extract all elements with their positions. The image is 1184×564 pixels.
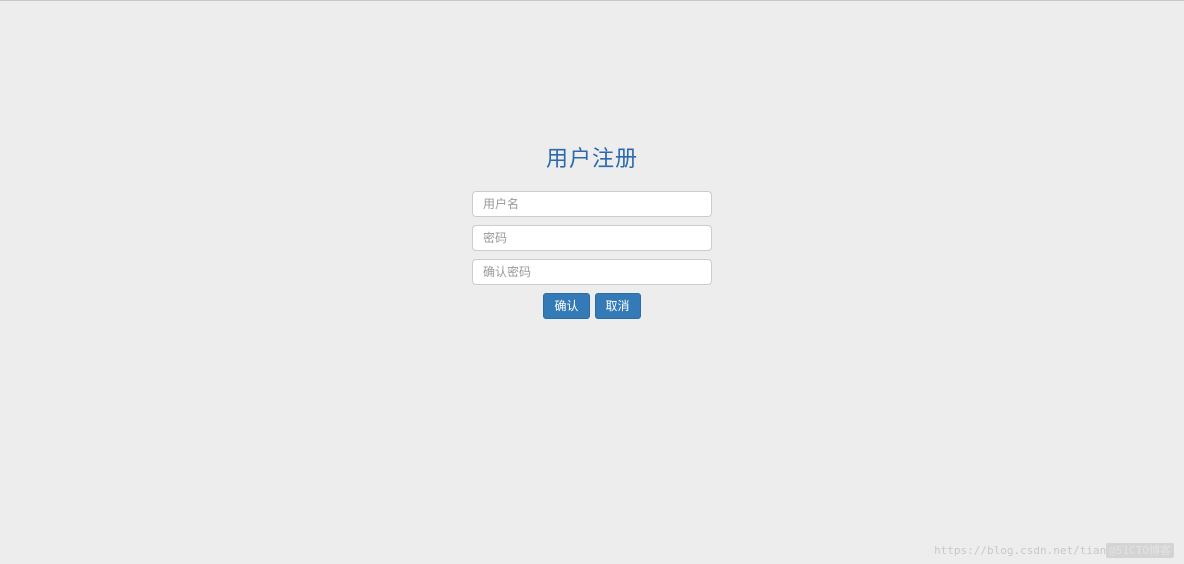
watermark: https://blog.csdn.net/tian@51CTO博客	[934, 542, 1174, 558]
watermark-url: https://blog.csdn.net/tian	[934, 544, 1106, 557]
button-row: 确认 取消	[472, 293, 712, 319]
registration-form-container: 用户注册 确认 取消	[472, 1, 712, 319]
submit-button[interactable]: 确认	[543, 293, 589, 319]
form-title: 用户注册	[472, 141, 712, 173]
confirm-password-input[interactable]	[472, 259, 712, 285]
cancel-button[interactable]: 取消	[595, 293, 641, 319]
watermark-badge: @51CTO博客	[1106, 543, 1174, 558]
username-input[interactable]	[472, 191, 712, 217]
password-input[interactable]	[472, 225, 712, 251]
